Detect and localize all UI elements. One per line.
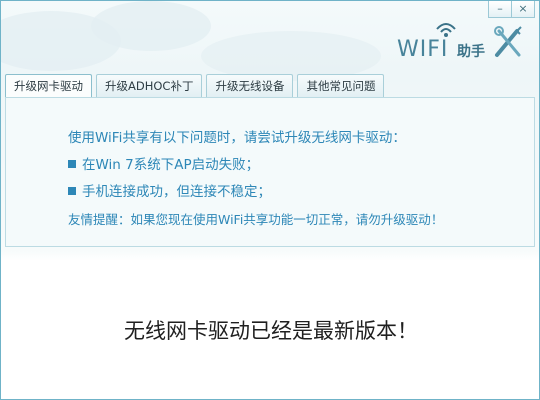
status-message: 无线网卡驱动已经是最新版本！: [124, 319, 418, 343]
bullet-square-icon: [68, 187, 76, 195]
bullet-item: 在Win 7系统下AP启动失败；: [68, 153, 259, 173]
tab-upgrade-wireless-device[interactable]: 升级无线设备: [206, 74, 294, 97]
tab-upgrade-adhoc-patch[interactable]: 升级ADHOC补丁: [96, 74, 203, 97]
close-button[interactable]: ×: [512, 1, 535, 18]
app-window: – × WIFI 助手 升级网卡驱动 升级ADHOC补丁 升级无线设备 其他常见…: [0, 0, 540, 400]
tab-upgrade-nic-driver[interactable]: 升级网卡驱动: [5, 74, 92, 97]
wifi-signal-icon: [436, 23, 456, 37]
logo-subtitle: 助手: [457, 44, 485, 60]
bullet-text: 在Win 7系统下AP启动失败；: [82, 157, 260, 173]
header-cloud: [91, 1, 211, 51]
tools-icon: [494, 26, 522, 57]
info-panel: 使用WiFi共享有以下问题时，请尝试升级无线网卡驱动： 在Win 7系统下AP启…: [5, 97, 535, 247]
titlebar-buttons: – ×: [488, 1, 535, 18]
tab-other-faq[interactable]: 其他常见问题: [297, 74, 385, 97]
tab-bar: 升级网卡驱动 升级ADHOC补丁 升级无线设备 其他常见问题: [5, 74, 388, 98]
tip-text: 友情提醒：如果您现在使用WiFi共享功能一切正常，请勿升级驱动！: [68, 212, 444, 227]
app-logo: WIFI 助手: [397, 19, 525, 67]
bullet-item: 手机连接成功，但连接不稳定；: [68, 180, 271, 200]
logo-wordmark: WIFI: [397, 37, 449, 62]
bullet-square-icon: [68, 160, 76, 168]
bullet-text: 手机连接成功，但连接不稳定；: [82, 184, 271, 200]
minimize-button[interactable]: –: [488, 1, 512, 18]
intro-text: 使用WiFi共享有以下问题时，请尝试升级无线网卡驱动：: [68, 130, 406, 146]
